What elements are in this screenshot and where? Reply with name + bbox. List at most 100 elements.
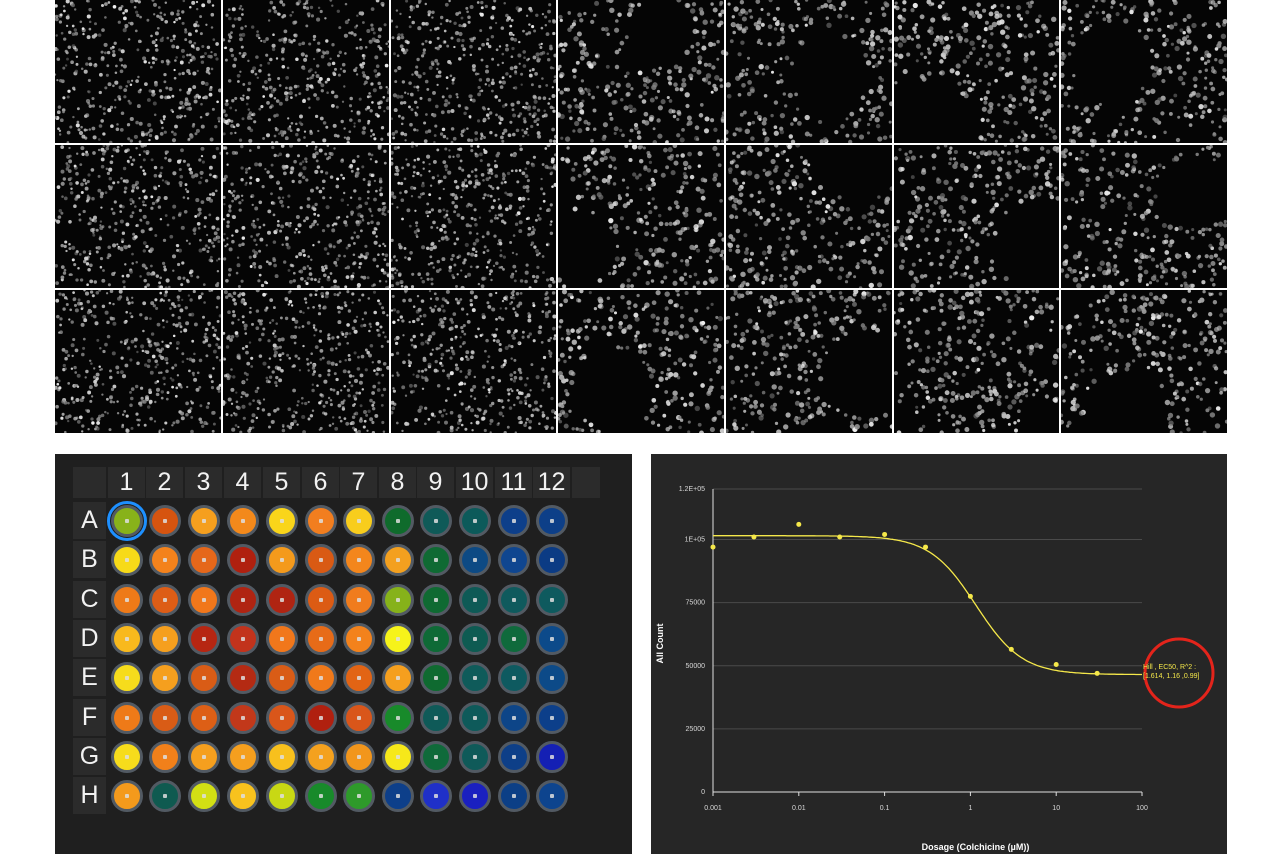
well-E9[interactable]: [419, 661, 452, 694]
well-F4[interactable]: [226, 701, 259, 734]
column-header-7[interactable]: 7: [340, 467, 377, 498]
microscopy-tile[interactable]: [55, 0, 221, 143]
well-A12[interactable]: [535, 504, 568, 537]
well-A11[interactable]: [497, 504, 530, 537]
well-G11[interactable]: [497, 740, 530, 773]
well-H6[interactable]: [304, 779, 337, 812]
well-A8[interactable]: [381, 504, 414, 537]
well-E7[interactable]: [342, 661, 375, 694]
microscopy-tile[interactable]: [894, 145, 1059, 288]
well-A9[interactable]: [419, 504, 452, 537]
well-H4[interactable]: [226, 779, 259, 812]
row-header-D[interactable]: D: [73, 620, 106, 657]
microscopy-tile[interactable]: [55, 145, 221, 288]
well-H9[interactable]: [419, 779, 452, 812]
well-E1[interactable]: [110, 661, 143, 694]
well-G1[interactable]: [110, 740, 143, 773]
well-G2[interactable]: [148, 740, 181, 773]
well-E2[interactable]: [148, 661, 181, 694]
microscopy-tile[interactable]: [223, 145, 389, 288]
well-D6[interactable]: [304, 622, 337, 655]
well-H8[interactable]: [381, 779, 414, 812]
microscopy-tile[interactable]: [726, 145, 892, 288]
well-H12[interactable]: [535, 779, 568, 812]
well-G5[interactable]: [265, 740, 298, 773]
well-F5[interactable]: [265, 701, 298, 734]
microscopy-tile[interactable]: [894, 290, 1059, 433]
well-C2[interactable]: [148, 583, 181, 616]
column-header-8[interactable]: 8: [379, 467, 416, 498]
column-header-3[interactable]: 3: [185, 467, 222, 498]
well-B7[interactable]: [342, 543, 375, 576]
well-G10[interactable]: [458, 740, 491, 773]
well-C9[interactable]: [419, 583, 452, 616]
well-B10[interactable]: [458, 543, 491, 576]
well-B1[interactable]: [110, 543, 143, 576]
microscopy-tile[interactable]: [1061, 145, 1227, 288]
column-header-1[interactable]: 1: [108, 467, 145, 498]
microscopy-tile[interactable]: [558, 145, 724, 288]
column-header-11[interactable]: 11: [495, 467, 532, 498]
well-F12[interactable]: [535, 701, 568, 734]
column-header-12[interactable]: 12: [533, 467, 570, 498]
microscopy-tile[interactable]: [726, 290, 892, 433]
column-header-9[interactable]: 9: [417, 467, 454, 498]
well-A4[interactable]: [226, 504, 259, 537]
row-header-H[interactable]: H: [73, 777, 106, 814]
well-F10[interactable]: [458, 701, 491, 734]
well-F1[interactable]: [110, 701, 143, 734]
well-D7[interactable]: [342, 622, 375, 655]
well-D5[interactable]: [265, 622, 298, 655]
well-B3[interactable]: [187, 543, 220, 576]
column-header-10[interactable]: 10: [456, 467, 493, 498]
microscopy-tile[interactable]: [391, 0, 556, 143]
row-header-F[interactable]: F: [73, 699, 106, 736]
microscopy-tile[interactable]: [558, 290, 724, 433]
microscopy-tile[interactable]: [558, 0, 724, 143]
row-header-C[interactable]: C: [73, 581, 106, 618]
microscopy-tile[interactable]: [223, 290, 389, 433]
well-C12[interactable]: [535, 583, 568, 616]
column-header-5[interactable]: 5: [263, 467, 300, 498]
microscopy-tile[interactable]: [55, 290, 221, 433]
well-A6[interactable]: [304, 504, 337, 537]
well-E10[interactable]: [458, 661, 491, 694]
well-A10[interactable]: [458, 504, 491, 537]
row-header-A[interactable]: A: [73, 502, 106, 539]
well-C11[interactable]: [497, 583, 530, 616]
well-H11[interactable]: [497, 779, 530, 812]
well-C10[interactable]: [458, 583, 491, 616]
well-B9[interactable]: [419, 543, 452, 576]
well-D10[interactable]: [458, 622, 491, 655]
well-A5[interactable]: [265, 504, 298, 537]
well-D11[interactable]: [497, 622, 530, 655]
well-C7[interactable]: [342, 583, 375, 616]
column-header-6[interactable]: 6: [302, 467, 339, 498]
well-B11[interactable]: [497, 543, 530, 576]
well-B2[interactable]: [148, 543, 181, 576]
well-B4[interactable]: [226, 543, 259, 576]
well-D1[interactable]: [110, 622, 143, 655]
column-header-4[interactable]: 4: [224, 467, 261, 498]
well-G12[interactable]: [535, 740, 568, 773]
microscopy-tile[interactable]: [1061, 0, 1227, 143]
well-B12[interactable]: [535, 543, 568, 576]
well-A3[interactable]: [187, 504, 220, 537]
well-E3[interactable]: [187, 661, 220, 694]
well-H7[interactable]: [342, 779, 375, 812]
well-C4[interactable]: [226, 583, 259, 616]
well-D4[interactable]: [226, 622, 259, 655]
row-header-E[interactable]: E: [73, 659, 106, 696]
well-A1[interactable]: [106, 500, 147, 541]
well-E8[interactable]: [381, 661, 414, 694]
row-header-B[interactable]: B: [73, 541, 106, 578]
well-H5[interactable]: [265, 779, 298, 812]
well-C8[interactable]: [381, 583, 414, 616]
well-C5[interactable]: [265, 583, 298, 616]
well-B8[interactable]: [381, 543, 414, 576]
column-header-2[interactable]: 2: [146, 467, 183, 498]
well-D3[interactable]: [187, 622, 220, 655]
well-E6[interactable]: [304, 661, 337, 694]
well-D8[interactable]: [381, 622, 414, 655]
well-D2[interactable]: [148, 622, 181, 655]
